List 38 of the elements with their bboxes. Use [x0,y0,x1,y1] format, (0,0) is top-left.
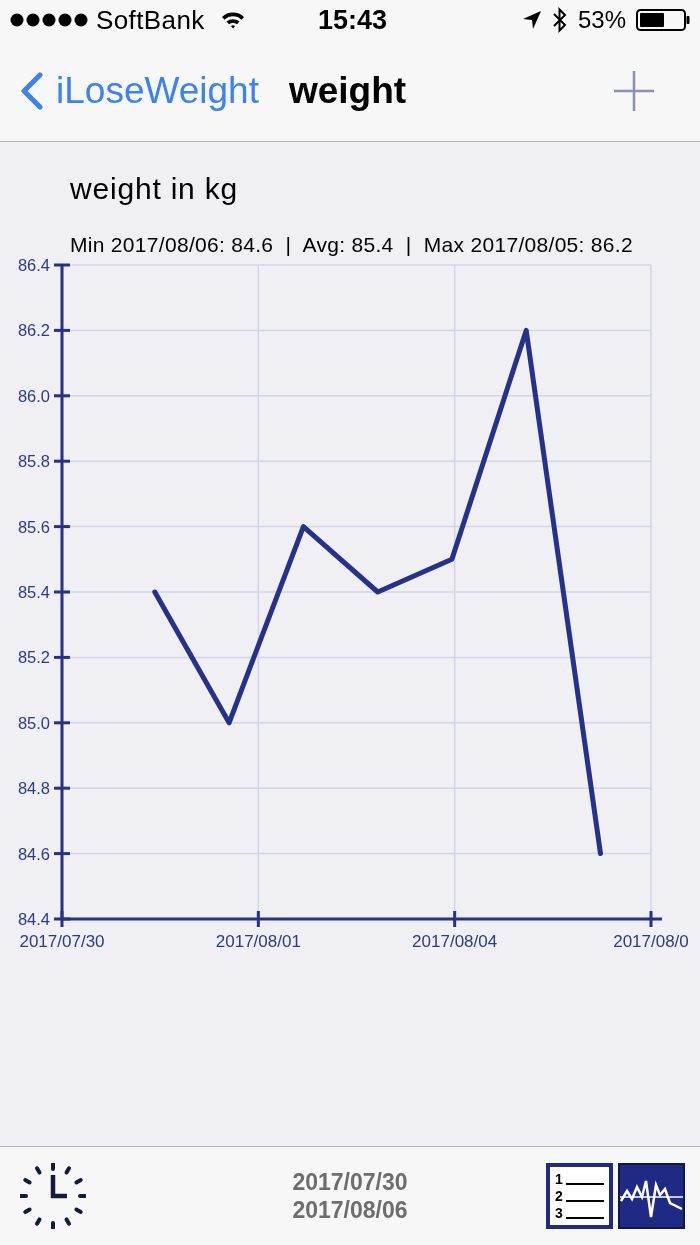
battery-percentage: 53% [577,8,626,32]
plus-icon [614,70,654,111]
location-arrow-icon [521,10,542,30]
y-tick-label: 84.6 [17,844,50,863]
y-tick-label: 85.4 [17,583,50,601]
chart-title: weight in kg [70,172,239,206]
nav-title: weight [288,72,407,109]
y-tick-label: 85.0 [17,713,50,732]
y-tick-label: 84.8 [17,779,50,798]
clock-time: 15:43 [318,6,388,34]
chevron-left-icon [18,71,44,110]
x-tick-label: 2017/08/04 [412,932,498,951]
list-number: 1 [555,1171,563,1187]
x-tick-label: 2017/08/01 [215,932,301,951]
bluetooth-icon [551,7,568,33]
range-start-date: 2017/07/30 [292,1168,408,1196]
add-button[interactable] [614,70,654,111]
list-view-button[interactable]: 1 2 3 [546,1163,613,1229]
y-tick-label: 86.0 [17,386,50,405]
battery-icon [636,9,690,31]
wifi-icon [220,11,245,29]
list-number: 3 [555,1205,563,1221]
y-tick-label: 86.2 [17,321,50,340]
y-tick-label: 85.2 [17,648,50,667]
y-tick-label: 85.8 [17,452,50,471]
x-tick-label: 2017/08/0 [613,932,689,951]
chart-view-button[interactable] [618,1163,685,1229]
chart-summary: Min 2017/08/06: 84.6 | Avg: 85.4 | Max 2017/08/05: 86.2 [70,233,633,256]
y-tick-label: 86.4 [17,256,50,274]
y-tick-label: 84.4 [17,910,50,928]
clock-icon [20,1163,86,1229]
list-number: 2 [555,1188,563,1204]
signal-icon [10,13,88,27]
y-tick-label: 85.6 [17,517,50,536]
x-tick-label: 2017/07/30 [19,932,105,951]
history-button[interactable] [20,1163,86,1229]
carrier-name: SoftBank [96,7,205,33]
range-end-date: 2017/08/06 [292,1196,408,1224]
